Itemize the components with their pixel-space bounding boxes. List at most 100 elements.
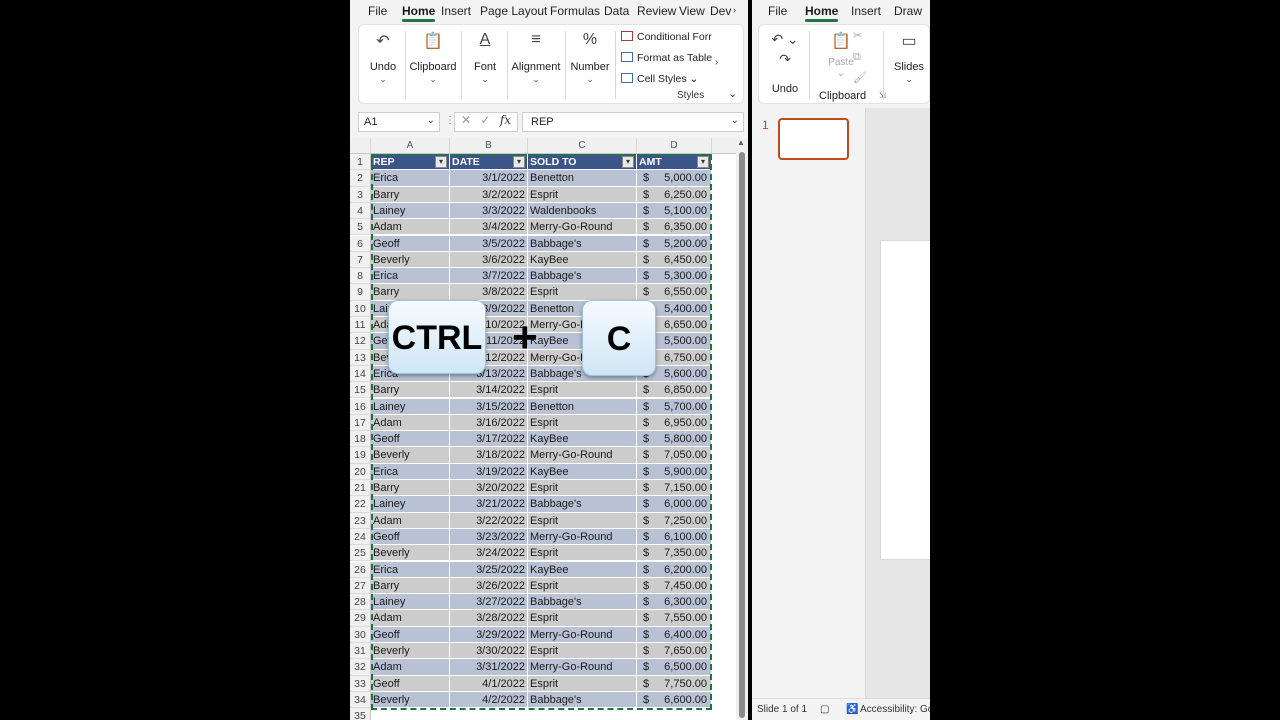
table-cell[interactable]: Esprit [528,577,637,594]
row-header[interactable]: 25 [350,545,371,562]
row-header[interactable]: 13 [350,349,371,366]
table-cell[interactable]: Esprit [528,675,637,691]
row-header[interactable]: 35 [350,708,371,720]
header-cell[interactable]: AMT ▾ [637,154,712,170]
table-cell[interactable]: Benetton [528,398,637,414]
table-cell[interactable]: KayBee [528,463,637,479]
row-header[interactable]: 32 [350,659,371,676]
table-cell[interactable]: Lainey [371,594,450,610]
amount-cell[interactable]: $6,350.00 [637,219,712,235]
enter-icon[interactable]: ✓ [480,113,490,127]
table-cell[interactable]: Esprit [528,545,637,561]
vertical-scrollbar[interactable]: ▲ [736,138,748,720]
conditional-formatting-button[interactable]: Conditional Forr [621,31,712,43]
tab-file[interactable]: File [368,4,387,18]
amount-cell[interactable]: $6,250.00 [637,186,712,202]
table-cell[interactable]: Babbage's [528,235,637,251]
font-group[interactable]: A Font ⌄ [465,25,505,105]
table-cell[interactable]: Beverly [371,691,450,708]
table-cell[interactable]: Adam [371,414,450,431]
row-header[interactable]: 24 [350,528,371,546]
row-header[interactable]: 4 [350,202,371,220]
tab-file[interactable]: File [768,4,787,18]
row-header[interactable]: 29 [350,610,371,627]
table-cell[interactable]: 3/2/2022 [450,186,528,202]
table-cell[interactable]: Erica [371,561,450,577]
table-cell[interactable]: 3/5/2022 [450,235,528,251]
table-cell[interactable]: 4/2/2022 [450,691,528,708]
cell-styles-button[interactable]: Cell Styles ⌄ [621,73,698,85]
table-cell[interactable]: 3/22/2022 [450,512,528,528]
formula-input[interactable]: REP ⌄ [522,112,744,132]
table-cell[interactable]: 3/21/2022 [450,496,528,512]
row-header[interactable]: 8 [350,268,371,285]
table-cell[interactable]: 3/27/2022 [450,594,528,610]
tab-data[interactable]: Data [604,4,629,18]
alignment-group[interactable]: ≡ Alignment ⌄ [511,25,561,105]
table-cell[interactable]: 3/30/2022 [450,643,528,659]
table-cell[interactable]: 3/26/2022 [450,577,528,594]
undo-group[interactable]: ↶ ⌄ ↷ Undo [763,25,807,105]
filter-dropdown-icon[interactable]: ▾ [513,156,525,168]
filter-dropdown-icon[interactable]: ▾ [622,156,634,168]
amount-cell[interactable]: $6,100.00 [637,528,712,545]
scrollbar-thumb[interactable] [739,152,745,718]
row-header[interactable]: 27 [350,577,371,595]
row-header[interactable]: 3 [350,186,371,203]
amount-cell[interactable]: $5,800.00 [637,431,712,447]
row-header[interactable]: 10 [350,300,371,317]
row-header[interactable]: 18 [350,431,371,448]
amount-cell[interactable]: $6,000.00 [637,496,712,512]
clipboard-group[interactable]: 📋 Paste ⌄ ✂ ⧉ 🖌 Clipboard ⇲ [813,25,886,105]
table-cell[interactable]: KayBee [528,561,637,577]
expand-formula-icon[interactable]: ⌄ [731,115,739,126]
amount-cell[interactable]: $5,900.00 [637,463,712,479]
column-header-a[interactable]: A [371,138,450,154]
row-header[interactable]: 5 [350,219,371,236]
amount-cell[interactable]: $7,550.00 [637,610,712,626]
row-header[interactable]: 30 [350,626,371,643]
table-cell[interactable]: 3/6/2022 [450,251,528,268]
table-cell[interactable]: 3/24/2022 [450,545,528,561]
table-cell[interactable]: Lainey [371,398,450,414]
table-cell[interactable]: Adam [371,610,450,626]
table-cell[interactable]: Erica [371,463,450,479]
table-cell[interactable]: Barry [371,284,450,300]
amount-cell[interactable]: $5,300.00 [637,268,712,284]
table-cell[interactable]: 3/14/2022 [450,382,528,398]
row-header[interactable]: 14 [350,365,371,383]
table-cell[interactable]: Adam [371,512,450,528]
notes-icon[interactable]: ▢ [820,699,829,720]
table-cell[interactable]: Geoff [371,528,450,545]
tab-page-layout[interactable]: Page Layout [480,4,547,18]
table-cell[interactable]: Beverly [371,447,450,463]
row-header[interactable]: 17 [350,414,371,432]
row-header[interactable]: 2 [350,170,371,187]
amount-cell[interactable]: $7,250.00 [637,512,712,528]
amount-cell[interactable]: $7,450.00 [637,577,712,594]
table-cell[interactable]: Barry [371,186,450,202]
table-cell[interactable]: Esprit [528,382,637,398]
row-header[interactable]: 15 [350,382,371,399]
amount-cell[interactable]: $7,350.00 [637,545,712,561]
table-cell[interactable]: 3/29/2022 [450,626,528,642]
amount-cell[interactable]: $6,450.00 [637,251,712,268]
table-cell[interactable]: Geoff [371,431,450,447]
tab-insert[interactable]: Insert [851,4,881,18]
row-header[interactable]: 34 [350,691,371,709]
table-cell[interactable]: Esprit [528,186,637,202]
row-header[interactable]: 12 [350,333,371,350]
tab-formulas[interactable]: Formulas [550,4,600,18]
filter-dropdown-icon[interactable]: ▾ [435,156,447,168]
tabs-scroll-right-icon[interactable]: › [733,5,736,15]
table-cell[interactable]: Merry-Go-Round [528,626,637,642]
table-cell[interactable]: Beverly [371,251,450,268]
row-header[interactable]: 6 [350,235,371,252]
table-cell[interactable]: Merry-Go-Round [528,219,637,235]
tab-draw[interactable]: Draw [894,4,922,18]
amount-cell[interactable]: $7,650.00 [637,643,712,659]
scroll-up-icon[interactable]: ▲ [737,138,745,147]
ribbon-scroll-right-icon[interactable]: › [715,57,718,68]
ribbon-collapse-icon[interactable]: ⌄ [728,87,737,100]
amount-cell[interactable]: $5,200.00 [637,235,712,251]
